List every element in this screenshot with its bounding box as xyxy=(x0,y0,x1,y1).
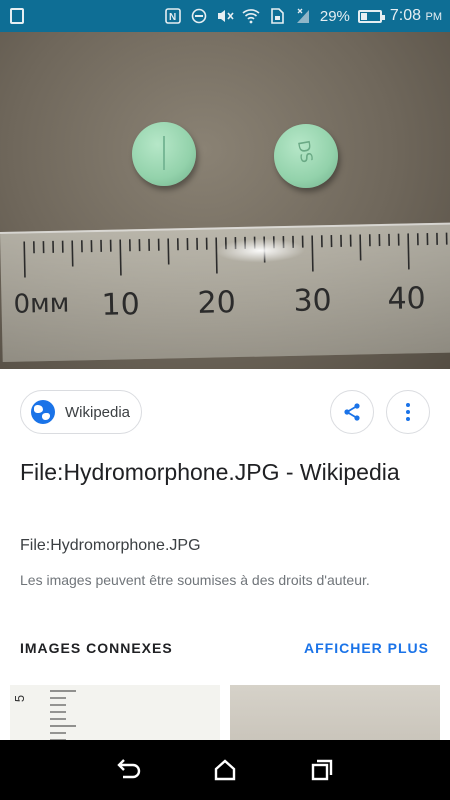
wifi-icon xyxy=(242,7,260,25)
ruler-label: 20 xyxy=(197,285,237,321)
more-vert-icon xyxy=(406,403,410,421)
recents-icon xyxy=(311,759,332,781)
dnd-icon xyxy=(190,7,208,25)
ruler-tick xyxy=(311,235,314,272)
see-more-link[interactable]: AFFICHER PLUS xyxy=(304,640,429,656)
pill-imprinted: DS xyxy=(274,124,338,188)
globe-icon xyxy=(31,400,55,424)
related-image-thumbnail[interactable]: 5 xyxy=(10,685,220,745)
ruler-tick xyxy=(119,239,122,276)
ruler-tick xyxy=(167,238,170,265)
battery-percent: 29% xyxy=(319,7,350,25)
result-subtitle: File:Hydromorphone.JPG xyxy=(20,537,201,554)
thumbnail-scale-label: 5 xyxy=(12,694,28,703)
result-title[interactable]: File:Hydromorphone.JPG - Wikipedia xyxy=(20,454,430,490)
source-chip[interactable]: Wikipedia xyxy=(20,390,142,434)
recents-button[interactable] xyxy=(302,750,342,790)
home-icon xyxy=(214,759,236,781)
ruler-label: 10 xyxy=(101,287,141,323)
ruler-label: 0мм xyxy=(13,288,70,320)
status-bar: N 29% 7:08 PM xyxy=(0,0,450,32)
ruler-label: 30 xyxy=(293,283,333,319)
copyright-notice: Les images peuvent être soumises à des d… xyxy=(20,572,370,588)
ruler-tick xyxy=(407,233,410,270)
ruler-tick xyxy=(71,240,74,267)
navigation-bar xyxy=(0,740,450,800)
pill-imprint: DS xyxy=(293,138,317,165)
back-button[interactable] xyxy=(108,750,148,790)
nfc-icon: N xyxy=(164,7,182,25)
share-button[interactable] xyxy=(330,390,374,434)
signal-icon xyxy=(294,7,312,25)
screen-icon xyxy=(10,8,24,24)
clock: 7:08 PM xyxy=(389,7,442,24)
ruler-tick xyxy=(23,241,26,278)
related-image-thumbnail[interactable] xyxy=(230,685,440,745)
mute-icon xyxy=(216,7,234,25)
battery-icon xyxy=(357,9,385,23)
back-icon xyxy=(117,759,141,779)
svg-text:N: N xyxy=(169,12,176,23)
sim-icon xyxy=(268,7,286,25)
pill-scored xyxy=(132,122,196,186)
result-card: Wikipedia File:Hydromorphone.JPG - Wikip… xyxy=(0,369,450,745)
ruler-label: 40 xyxy=(387,281,427,317)
related-images-header: IMAGES CONNEXES xyxy=(20,640,173,656)
share-icon xyxy=(344,403,360,421)
image-preview[interactable]: DS 0мм 10 20 30 40 xyxy=(0,32,450,369)
ruler: 0мм 10 20 30 40 xyxy=(0,222,450,362)
ruler-tick xyxy=(359,234,362,261)
source-label: Wikipedia xyxy=(65,403,131,421)
home-button[interactable] xyxy=(205,750,245,790)
more-options-button[interactable] xyxy=(386,390,430,434)
